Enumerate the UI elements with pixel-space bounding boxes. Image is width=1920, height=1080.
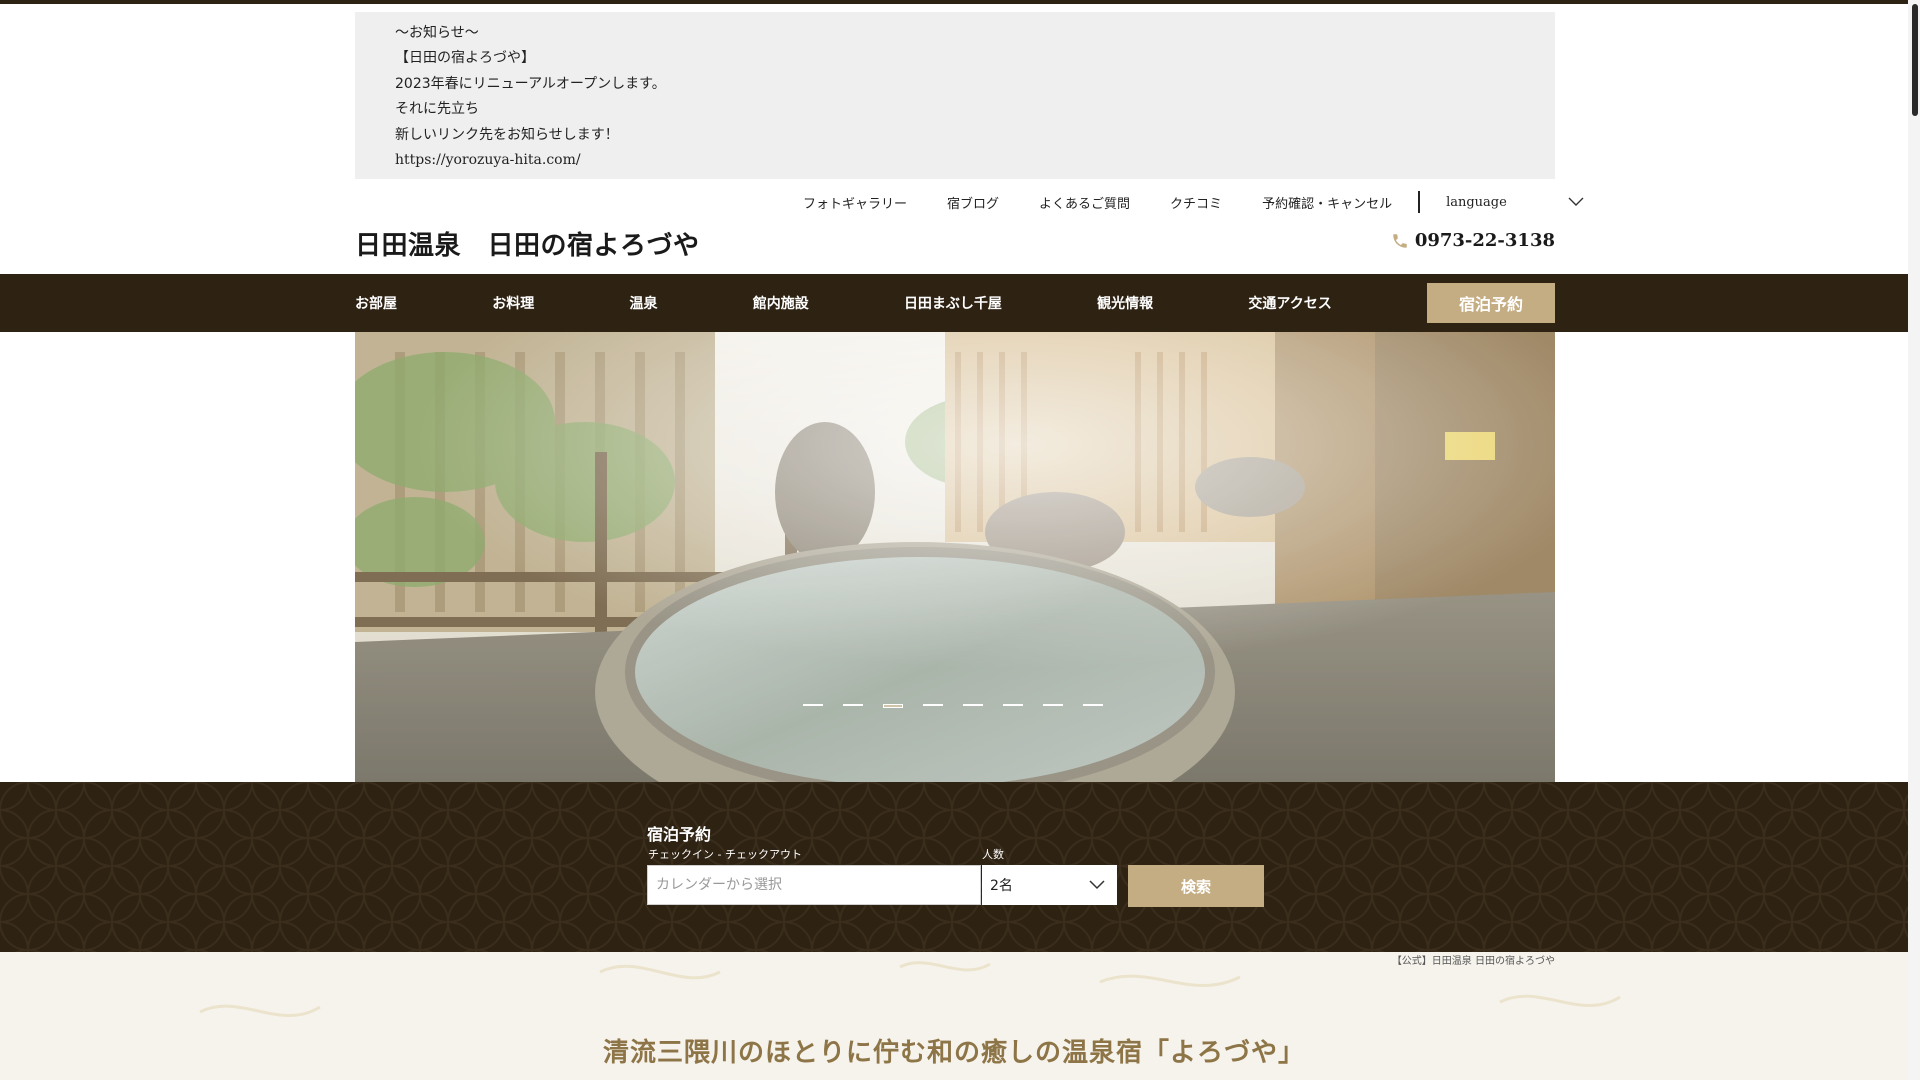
search-button[interactable]: 検索 <box>1128 865 1264 907</box>
util-nav-faq[interactable]: よくあるご質問 <box>1039 193 1130 212</box>
notice-line: 新しいリンク先をお知らせします！ <box>395 126 619 143</box>
date-range-input[interactable] <box>647 865 981 905</box>
breadcrumb[interactable]: 【公式】日田温泉 日田の宿よろづや <box>1392 952 1555 967</box>
page-scrollbar[interactable] <box>1908 0 1920 1080</box>
chevron-down-icon <box>1089 880 1105 890</box>
hero-slider[interactable] <box>355 332 1555 782</box>
slider-dot-active[interactable] <box>883 704 903 708</box>
util-nav-blog[interactable]: 宿ブログ <box>947 193 999 212</box>
notice-line: 2023年春にリニューアルオープンします。 <box>395 75 666 92</box>
nav-onsen[interactable]: 温泉 <box>629 293 657 313</box>
main-nav: お部屋 お料理 温泉 館内施設 日田まぶし千屋 観光情報 交通アクセス 宿泊予約 <box>0 274 1908 332</box>
phone-contact[interactable]: 0973-22-3138 <box>1391 230 1555 251</box>
utility-nav: フォトギャラリー 宿ブログ よくあるご質問 クチコミ 予約確認・キャンセル la… <box>803 190 1584 214</box>
nav-access[interactable]: 交通アクセス <box>1248 293 1331 313</box>
notice-line: それに先立ち <box>395 101 479 118</box>
nav-sightseeing[interactable]: 観光情報 <box>1097 293 1153 313</box>
slider-dot[interactable] <box>803 704 823 706</box>
language-label: language <box>1446 194 1507 210</box>
reserve-button[interactable]: 宿泊予約 <box>1426 283 1555 323</box>
top-accent-bar <box>0 0 1908 4</box>
guests-label: 人数 <box>982 848 1004 861</box>
scrollbar-thumb[interactable] <box>1912 4 1918 116</box>
language-select[interactable]: language <box>1446 195 1584 210</box>
util-nav-photo-gallery[interactable]: フォトギャラリー <box>803 193 907 212</box>
util-nav-divider <box>1418 191 1421 213</box>
hero-image <box>355 332 1555 782</box>
nav-rooms[interactable]: お部屋 <box>355 293 397 313</box>
page-tagline: 清流三隈川のほとりに佇む和の癒しの温泉宿「よろづや」 <box>602 1038 1305 1068</box>
booking-section: 宿泊予約 チェックイン - チェックアウト 人数 2名 検索 <box>0 782 1908 952</box>
booking-title: 宿泊予約 <box>647 825 712 844</box>
notice-box: 〜お知らせ〜 【日田の宿よろづや】 2023年春にリニューアルオープンします。 … <box>355 12 1555 179</box>
phone-icon <box>1393 233 1407 248</box>
notice-link[interactable]: https://yorozuya-hita.com/ <box>395 148 1555 173</box>
slider-pagination <box>803 704 1103 708</box>
slider-dot[interactable] <box>1043 704 1063 706</box>
date-range-label: チェックイン - チェックアウト <box>648 848 802 861</box>
util-nav-reviews[interactable]: クチコミ <box>1170 193 1222 212</box>
site-title[interactable]: 日田温泉 日田の宿よろづや <box>355 225 700 262</box>
slider-dot[interactable] <box>923 704 943 706</box>
guests-select[interactable]: 2名 <box>982 865 1117 905</box>
notice-line: 【日田の宿よろづや】 <box>395 50 535 67</box>
util-nav-reservation-check[interactable]: 予約確認・キャンセル <box>1262 193 1392 212</box>
guests-value: 2名 <box>990 878 1013 894</box>
slider-dot[interactable] <box>1083 704 1103 706</box>
slider-dot[interactable] <box>843 704 863 706</box>
slider-dot[interactable] <box>1003 704 1023 706</box>
nav-mabushi-senya[interactable]: 日田まぶし千屋 <box>904 293 1002 313</box>
phone-number: 0973-22-3138 <box>1414 230 1555 251</box>
chevron-down-icon <box>1568 197 1584 206</box>
notice-line: 〜お知らせ〜 <box>395 25 479 41</box>
nav-facilities[interactable]: 館内施設 <box>753 293 809 313</box>
nav-cuisine[interactable]: お料理 <box>492 293 534 313</box>
intro-section: 【公式】日田温泉 日田の宿よろづや 清流三隈川のほとりに佇む和の癒しの温泉宿「よ… <box>0 952 1908 1080</box>
slider-dot[interactable] <box>963 704 983 706</box>
